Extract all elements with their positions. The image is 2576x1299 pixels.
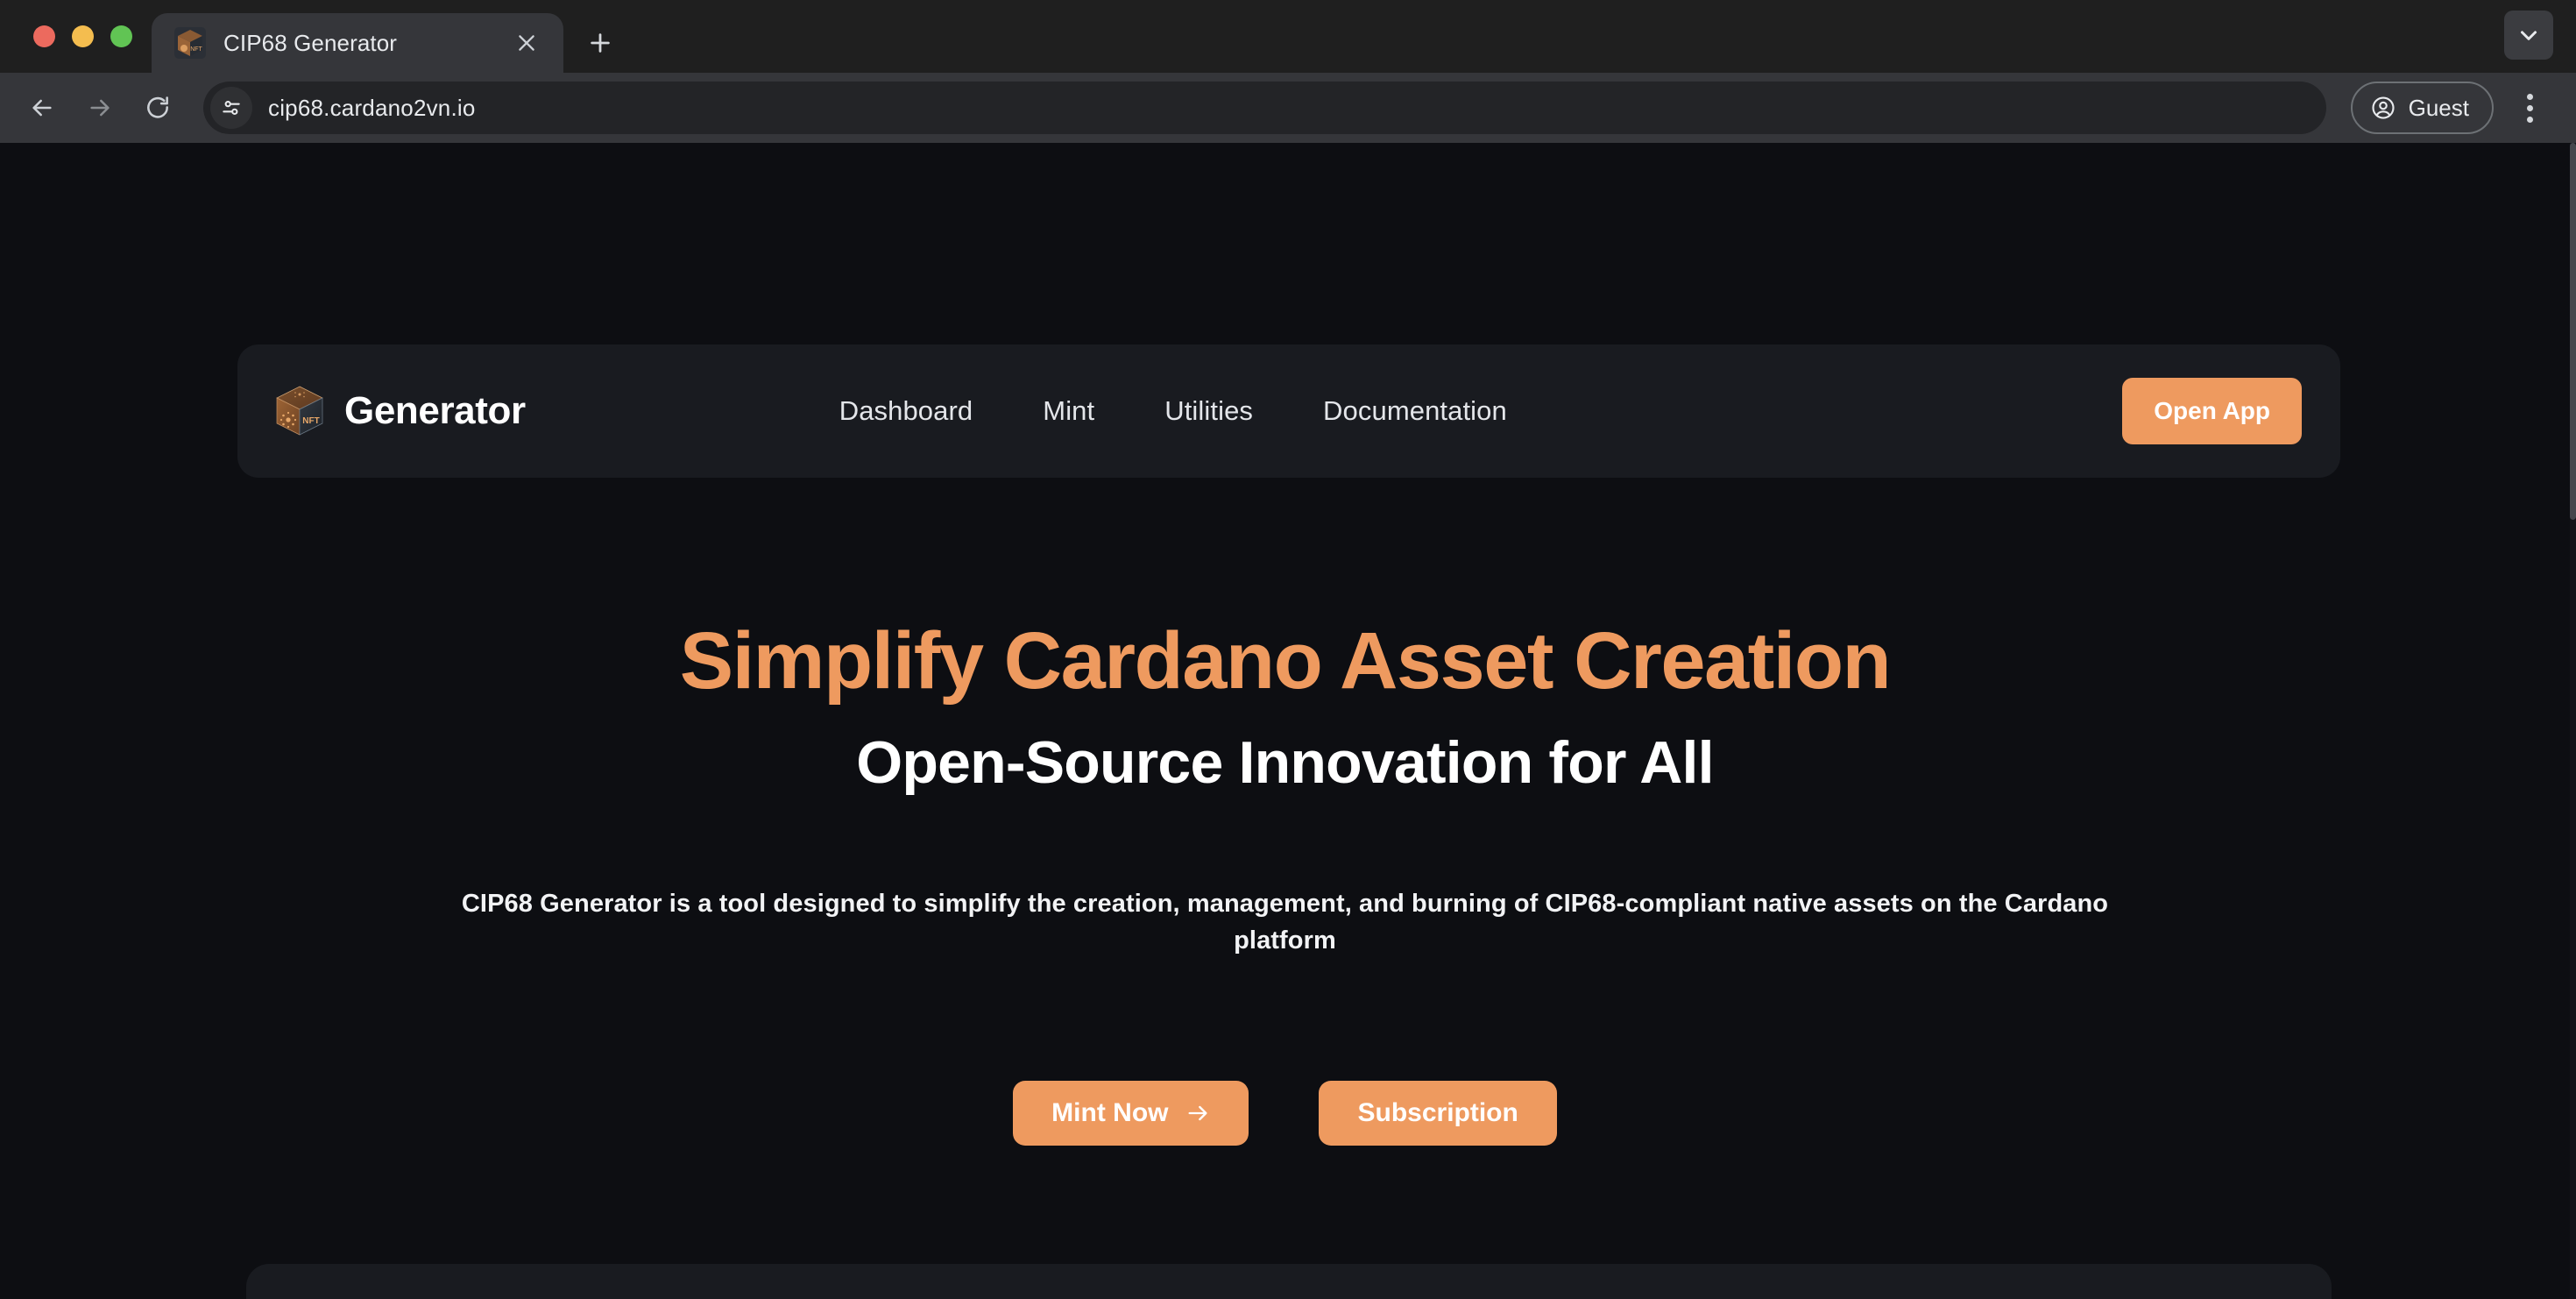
minimize-window-button[interactable] — [72, 25, 94, 47]
scrollbar-thumb[interactable] — [2570, 143, 2576, 520]
open-app-button[interactable]: Open App — [2122, 378, 2302, 444]
nav-item-mint[interactable]: Mint — [1008, 395, 1129, 427]
brand[interactable]: NFT Generator — [272, 384, 526, 438]
nav-item-documentation[interactable]: Documentation — [1288, 395, 1542, 427]
profile-button[interactable]: Guest — [2350, 82, 2494, 134]
mint-now-label: Mint Now — [1051, 1097, 1169, 1127]
tune-icon[interactable] — [210, 87, 252, 129]
arrow-left-icon[interactable] — [16, 82, 68, 134]
page-viewport: NFT Generator Dashboard Mint Utilities D… — [0, 143, 2576, 1299]
reload-icon[interactable] — [131, 82, 184, 134]
browser-window: NFT CIP68 Generator cip68.cardano2vn.io … — [0, 0, 2576, 1299]
nav-item-dashboard[interactable]: Dashboard — [804, 395, 1008, 427]
next-section-panel — [246, 1264, 2332, 1299]
more-vertical-icon[interactable] — [2506, 82, 2553, 134]
svg-text:NFT: NFT — [190, 46, 202, 53]
site-header: NFT Generator Dashboard Mint Utilities D… — [237, 344, 2340, 478]
svg-text:NFT: NFT — [302, 416, 319, 426]
hero-cta-row: Mint Now Subscription — [0, 1080, 2570, 1146]
nft-cube-logo: NFT — [272, 384, 327, 438]
hero-description: CIP68 Generator is a tool designed to si… — [461, 889, 2109, 955]
tab-strip: NFT CIP68 Generator — [0, 0, 2576, 73]
subscription-button[interactable]: Subscription — [1319, 1080, 1557, 1146]
account-circle-icon — [2370, 95, 2396, 121]
new-tab-button[interactable] — [576, 18, 625, 67]
tab-search-button[interactable] — [2504, 11, 2553, 60]
hero-title: Simplify Cardano Asset Creation — [679, 616, 1892, 706]
profile-label: Guest — [2408, 94, 2469, 121]
arrow-right-icon[interactable] — [74, 82, 126, 134]
browser-toolbar: cip68.cardano2vn.io Guest — [0, 73, 2576, 143]
site-navigation: Dashboard Mint Utilities Documentation — [804, 395, 1542, 427]
brand-name: Generator — [344, 389, 526, 432]
nav-item-utilities[interactable]: Utilities — [1129, 395, 1288, 427]
window-controls — [21, 0, 152, 73]
maximize-window-button[interactable] — [110, 25, 132, 47]
tab-title: CIP68 Generator — [223, 29, 398, 56]
arrow-right-icon — [1185, 1101, 1210, 1125]
mint-now-button[interactable]: Mint Now — [1013, 1080, 1249, 1146]
url-text[interactable]: cip68.cardano2vn.io — [268, 95, 476, 122]
close-icon[interactable] — [507, 24, 546, 62]
close-window-button[interactable] — [33, 25, 55, 47]
cip68-cube-favicon: NFT — [174, 27, 206, 59]
subscription-label: Subscription — [1357, 1097, 1518, 1127]
hero-section: Simplify Cardano Asset Creation Open-Sou… — [0, 616, 2570, 1146]
browser-tab-active[interactable]: NFT CIP68 Generator — [152, 13, 563, 73]
page-scrollbar[interactable] — [2570, 143, 2576, 1299]
address-bar[interactable]: cip68.cardano2vn.io — [203, 82, 2326, 134]
hero-subtitle: Open-Source Innovation for All — [856, 729, 1714, 797]
